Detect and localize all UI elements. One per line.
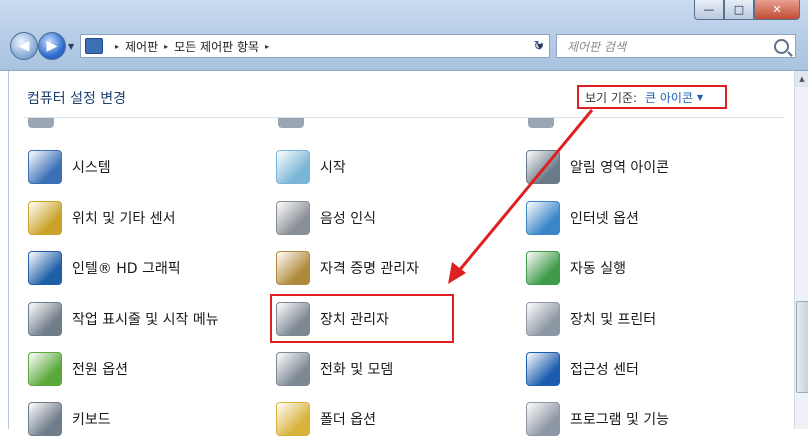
annotation-arrow [448, 109, 594, 284]
annotation-arrow-line [456, 109, 594, 273]
